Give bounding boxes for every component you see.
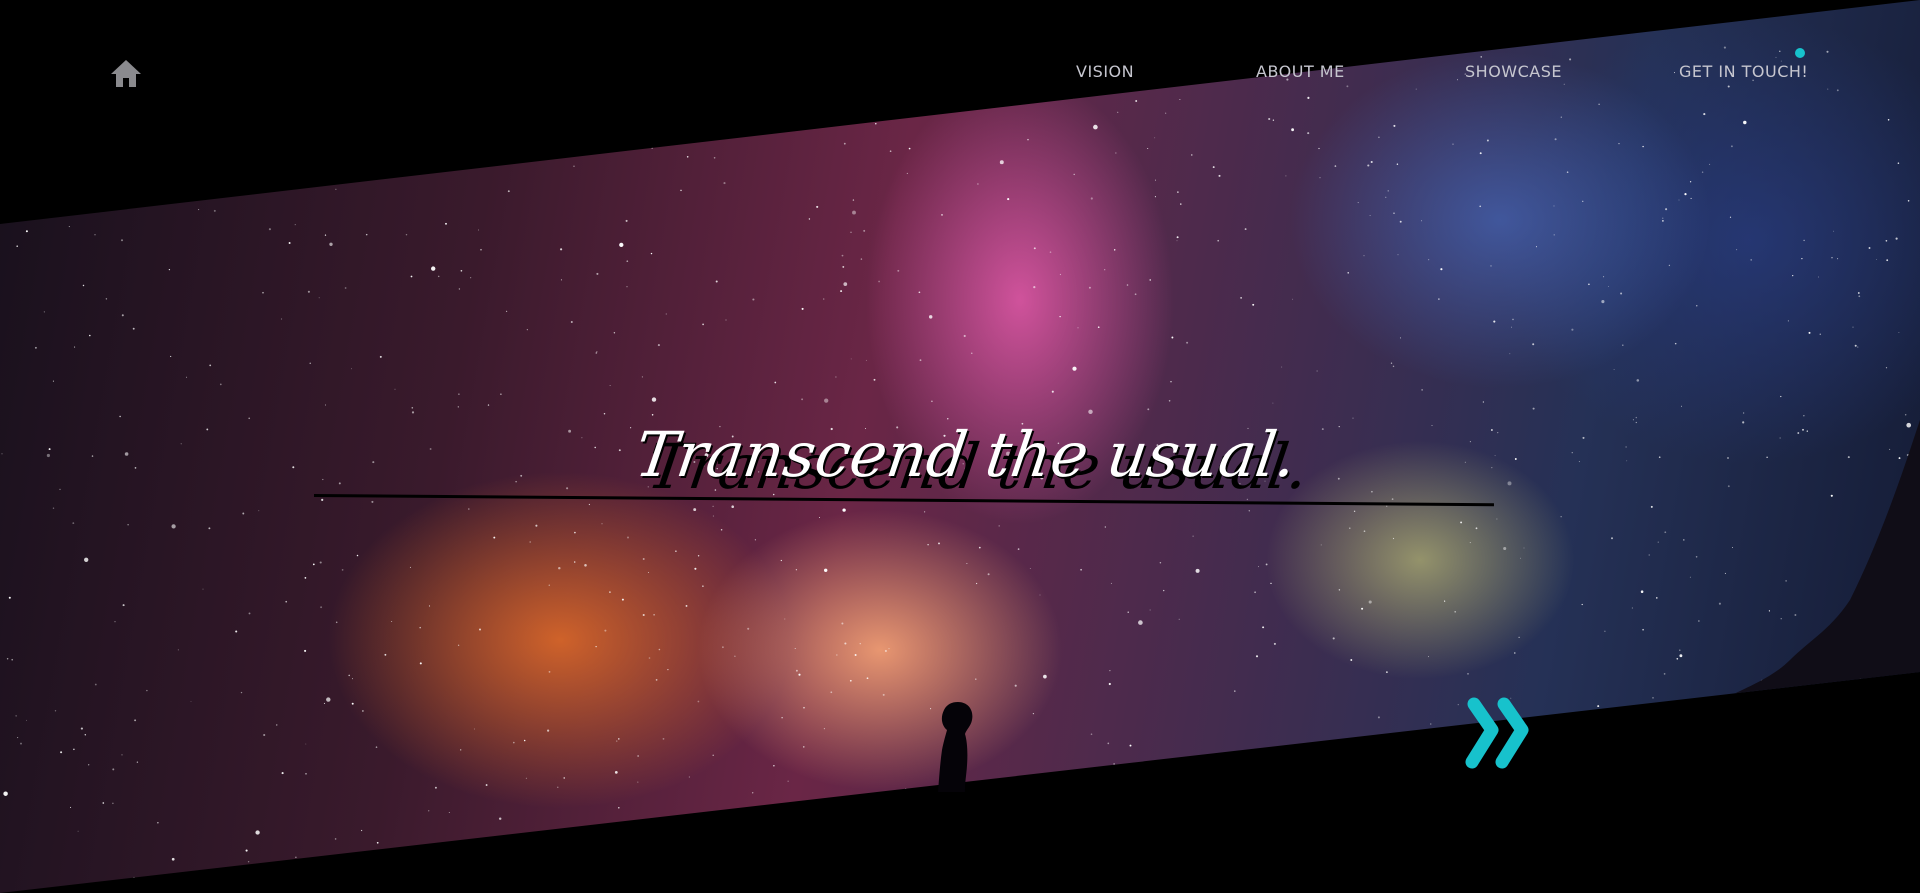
home-icon[interactable] (110, 58, 142, 88)
double-chevron-right-icon[interactable] (1462, 694, 1542, 774)
nav-link-showcase[interactable]: SHOWCASE (1465, 62, 1562, 81)
page: Transcend the usual. Transcend the usual… (0, 0, 1920, 893)
nav-link-vision[interactable]: VISION (1076, 62, 1134, 81)
nav-link-about-me[interactable]: ABOUT ME (1256, 62, 1345, 81)
top-navigation: VISION ABOUT ME SHOWCASE GET IN TOUCH! (0, 0, 1920, 150)
active-indicator-dot (1795, 48, 1805, 58)
mountain-silhouette (1660, 420, 1920, 740)
nav-link-get-in-touch[interactable]: GET IN TOUCH! (1679, 62, 1808, 81)
person-silhouette (938, 702, 973, 792)
